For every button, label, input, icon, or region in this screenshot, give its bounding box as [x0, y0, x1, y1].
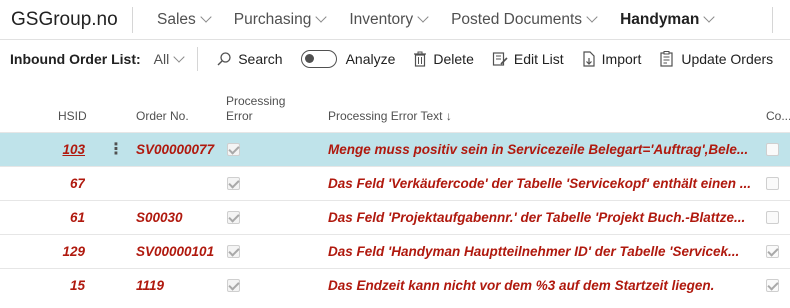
company-name[interactable]: GSGroup.no: [0, 9, 132, 31]
column-header-hsid[interactable]: HSID: [58, 109, 87, 124]
hsid-cell[interactable]: 129: [27, 235, 85, 268]
nav-item-purchasing[interactable]: Purchasing: [233, 10, 327, 29]
nav-label: Posted Documents: [451, 10, 583, 28]
column-header-order-no[interactable]: Order No.: [136, 109, 189, 124]
search-icon: [217, 52, 231, 66]
processing-error-checkbox: [227, 279, 240, 292]
table-row[interactable]: 67 Das Feld 'Verkäufercode' der Tabelle …: [0, 166, 790, 200]
chevron-down-icon: [417, 11, 429, 23]
column-header-error-text[interactable]: Processing Error Text ↓: [328, 109, 452, 124]
update-orders-button[interactable]: Update Orders: [659, 51, 773, 67]
error-text-cell: Das Endzeit kann nicht vor dem %3 auf de…: [328, 278, 715, 293]
import-label: Import: [601, 51, 642, 67]
update-orders-label: Update Orders: [681, 51, 774, 67]
column-header-line: Processing: [226, 94, 286, 108]
view-filter-dropdown[interactable]: All: [153, 50, 185, 67]
table-row[interactable]: 15 1119 Das Endzeit kann nicht vor dem %…: [0, 268, 790, 302]
hsid-cell[interactable]: 15: [27, 269, 85, 302]
table-header: HSID Order No. Processing Error Processi…: [0, 78, 790, 132]
nav-item-sales[interactable]: Sales: [157, 10, 212, 29]
action-divider: [197, 47, 199, 71]
nav-label: Sales: [157, 10, 196, 28]
nav-label: Inventory: [349, 10, 414, 28]
order-no-cell: SV00000077: [136, 142, 215, 157]
co-checkbox: [766, 245, 779, 258]
analyze-label: Analyze: [345, 51, 396, 67]
chevron-down-icon: [703, 11, 715, 23]
table-row[interactable]: 61 S00030 Das Feld 'Projektaufgabennr.' …: [0, 200, 790, 234]
action-bar: Inbound Order List: All Search Analyze D…: [0, 40, 790, 78]
import-button[interactable]: Import: [582, 51, 642, 67]
top-navigation: GSGroup.no Sales Purchasing Inventory Po…: [0, 0, 790, 40]
order-no-cell: S00030: [136, 210, 183, 225]
error-text-cell: Das Feld 'Handyman Hauptteilnehmer ID' d…: [328, 244, 740, 259]
nav-item-inventory[interactable]: Inventory: [349, 10, 429, 29]
co-checkbox: [766, 143, 779, 156]
search-label: Search: [238, 51, 283, 67]
order-no-cell: SV00000101: [136, 244, 215, 259]
edit-list-icon: [492, 52, 508, 66]
processing-error-checkbox: [227, 143, 240, 156]
import-file-icon: [583, 51, 595, 67]
nav-divider: [132, 6, 133, 33]
error-text-cell: Das Feld 'Verkäufercode' der Tabelle 'Se…: [328, 176, 751, 191]
error-text-cell: Das Feld 'Projektaufgabennr.' der Tabell…: [328, 210, 746, 225]
page-title: Inbound Order List:: [10, 51, 141, 67]
analyze-toggle[interactable]: Analyze: [300, 50, 396, 68]
table-row[interactable]: 103 ⋮ SV00000077 Menge muss positiv sein…: [0, 132, 790, 166]
toggle-switch-icon: [300, 50, 337, 68]
update-orders-icon: [660, 51, 673, 67]
column-header-line: Error: [226, 109, 253, 123]
column-header-processing-error[interactable]: Processing Error: [226, 94, 285, 124]
nav-divider: [772, 7, 773, 33]
processing-error-checkbox: [227, 211, 240, 224]
nav-label: Purchasing: [233, 10, 312, 28]
error-text-cell: Menge muss positiv sein in Servicezeile …: [328, 142, 749, 157]
nav-item-handyman[interactable]: Handyman: [620, 10, 715, 29]
chevron-down-icon: [173, 50, 185, 63]
hsid-cell[interactable]: 61: [27, 201, 85, 234]
co-checkbox: [766, 211, 779, 224]
search-button[interactable]: Search: [216, 51, 283, 67]
nav-item-posted-documents[interactable]: Posted Documents: [451, 10, 598, 29]
hsid-cell[interactable]: 67: [27, 167, 85, 200]
nav-label: Handyman: [620, 10, 700, 28]
filter-label: All: [153, 51, 170, 67]
chevron-down-icon: [586, 11, 598, 23]
table-row[interactable]: 129 SV00000101 Das Feld 'Handyman Hauptt…: [0, 234, 790, 268]
delete-label: Delete: [433, 51, 474, 67]
co-checkbox: [766, 177, 779, 190]
row-actions-icon[interactable]: ⋮: [108, 133, 122, 166]
edit-list-button[interactable]: Edit List: [492, 51, 564, 67]
processing-error-checkbox: [227, 245, 240, 258]
processing-error-checkbox: [227, 177, 240, 190]
order-no-cell: 1119: [136, 278, 165, 293]
hsid-cell[interactable]: 103: [27, 133, 85, 166]
inbound-order-table: HSID Order No. Processing Error Processi…: [0, 78, 790, 302]
chevron-down-icon: [315, 11, 327, 23]
order-no-cell: [136, 167, 224, 200]
edit-list-label: Edit List: [513, 51, 564, 67]
column-header-co[interactable]: Co...: [766, 109, 790, 124]
trash-icon: [414, 51, 427, 67]
co-checkbox: [766, 279, 779, 292]
chevron-down-icon: [200, 11, 212, 23]
delete-button[interactable]: Delete: [413, 51, 474, 67]
